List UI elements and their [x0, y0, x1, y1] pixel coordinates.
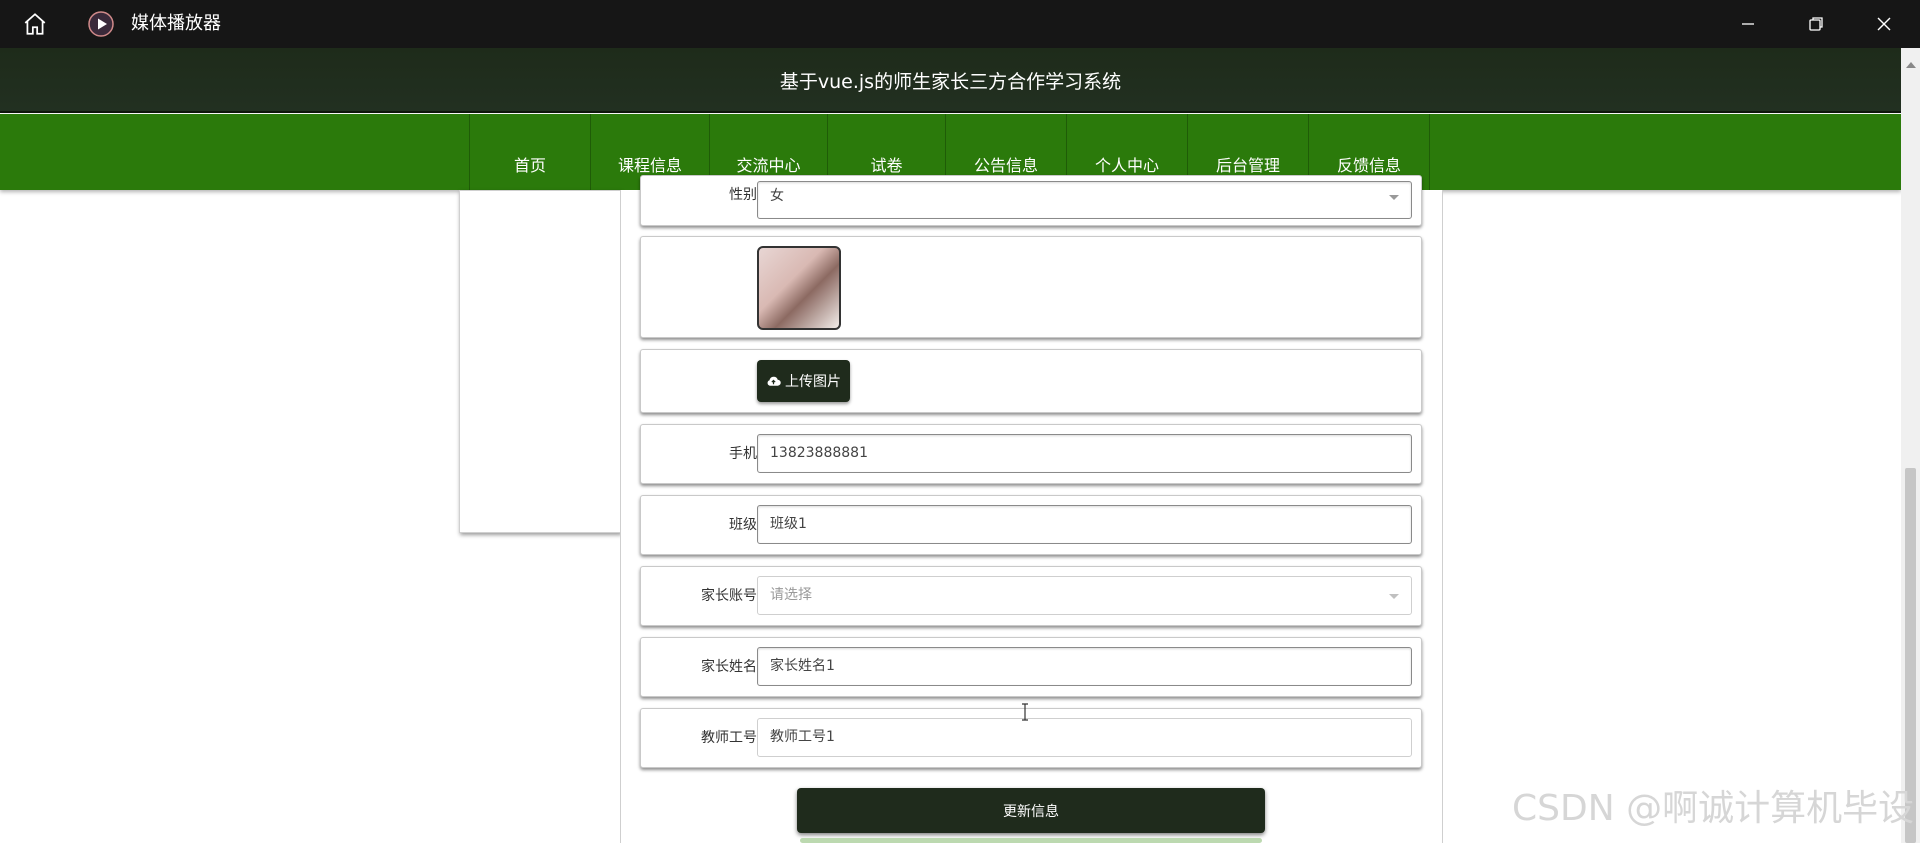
parent-account-placeholder: 请选择: [770, 587, 812, 603]
update-info-button[interactable]: 更新信息: [797, 788, 1265, 833]
nav-item-home[interactable]: 首页: [470, 114, 591, 190]
parent-name-label: 家长姓名: [701, 659, 757, 675]
chevron-down-icon: [1389, 594, 1399, 599]
restore-icon: [1809, 17, 1823, 31]
phone-label: 手机: [729, 446, 757, 462]
form-row-avatar: [640, 236, 1422, 338]
watermark: CSDN @啊诚计算机毕设: [1512, 788, 1915, 829]
parent-account-select[interactable]: 请选择: [757, 576, 1412, 615]
gender-value: 女: [770, 188, 784, 204]
text-cursor-icon: [1022, 703, 1028, 721]
minimize-button[interactable]: [1714, 0, 1782, 48]
form-row-phone: 手机 13823888881: [640, 424, 1422, 484]
site-title: 基于vue.js的师生家长三方合作学习系统: [779, 71, 1122, 93]
media-player-icon: [88, 11, 114, 37]
class-label: 班级: [729, 517, 757, 533]
form-row-class: 班级 班级1: [640, 495, 1422, 555]
form-row-gender: 性别 女: [640, 175, 1422, 226]
gender-label: 性别: [729, 187, 757, 203]
parent-name-input[interactable]: 家长姓名1: [757, 647, 1412, 686]
parent-account-label: 家长账号: [701, 588, 757, 604]
upload-button-label: 上传图片: [785, 374, 841, 390]
close-icon: [1877, 17, 1891, 31]
gender-select[interactable]: 女: [757, 181, 1412, 219]
cloud-upload-icon: [767, 376, 781, 386]
form-row-parent-account: 家长账号 请选择: [640, 566, 1422, 626]
form-row-teacher-id: 教师工号 教师工号1: [640, 708, 1422, 768]
sidebar-panel: [459, 190, 621, 533]
teacher-id-input[interactable]: 教师工号1: [757, 718, 1412, 757]
avatar-image: [757, 246, 841, 330]
home-icon[interactable]: [22, 11, 48, 37]
phone-input[interactable]: 13823888881: [757, 434, 1412, 473]
upload-image-button[interactable]: 上传图片: [757, 360, 850, 402]
window-titlebar: 媒体播放器: [0, 0, 1920, 48]
close-button[interactable]: [1850, 0, 1918, 48]
minimize-icon: [1742, 23, 1754, 25]
page-scrollbar[interactable]: [1901, 48, 1920, 843]
next-button-edge: [800, 838, 1262, 843]
form-row-upload: 上传图片: [640, 349, 1422, 413]
chevron-down-icon: [1389, 195, 1399, 200]
window-title: 媒体播放器: [131, 13, 221, 34]
form-row-parent-name: 家长姓名 家长姓名1: [640, 637, 1422, 697]
teacher-id-label: 教师工号: [701, 730, 757, 746]
class-input[interactable]: 班级1: [757, 505, 1412, 544]
site-header: 基于vue.js的师生家长三方合作学习系统: [0, 48, 1901, 113]
scroll-up-icon[interactable]: [1906, 62, 1916, 68]
restore-button[interactable]: [1782, 0, 1850, 48]
